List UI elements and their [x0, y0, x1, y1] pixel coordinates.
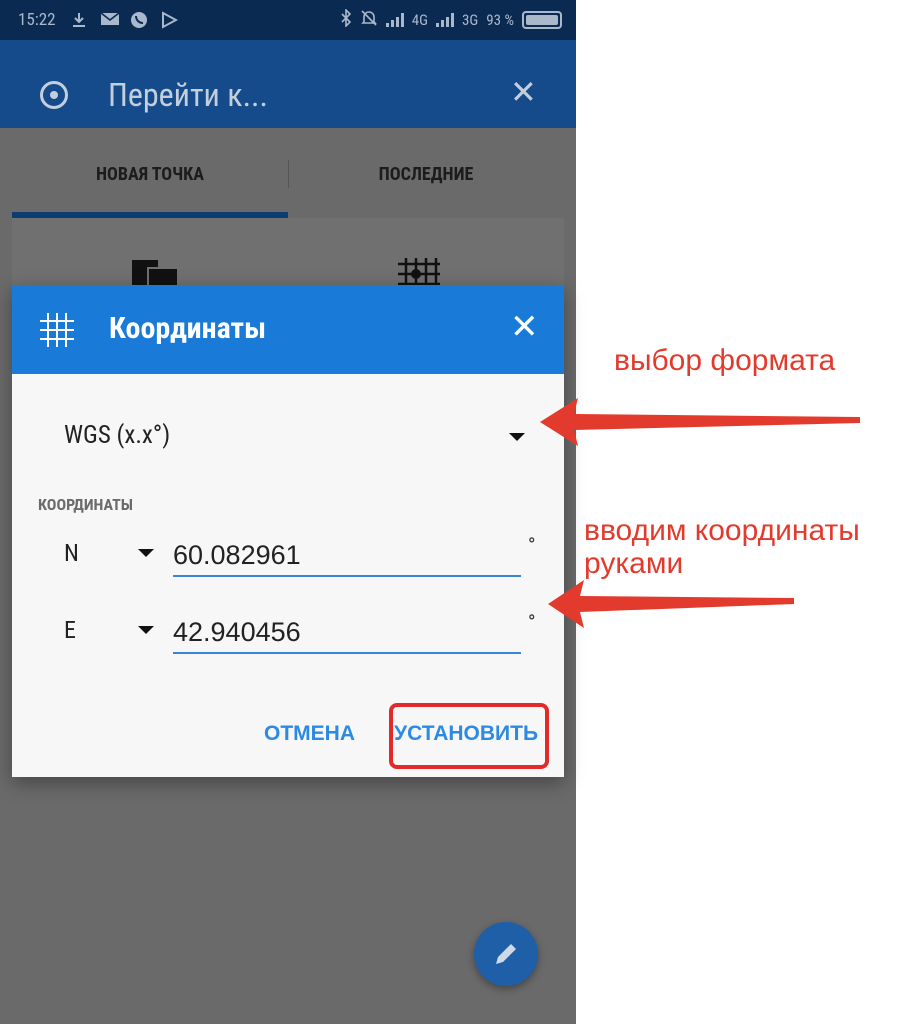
- download-icon: [70, 11, 90, 29]
- network-label-1: 4G: [411, 11, 428, 29]
- battery-percent: 93 %: [486, 11, 514, 29]
- format-value: WGS (x.x°): [64, 421, 171, 450]
- longitude-input[interactable]: [173, 612, 521, 654]
- signal-icon: [385, 13, 404, 27]
- mail-icon: [100, 11, 120, 29]
- app-bar: Перейти к... ✕: [0, 40, 576, 128]
- options-area: [12, 218, 564, 288]
- battery-icon: [522, 11, 562, 29]
- status-bar: 15:22 4G 3G 93 %: [0, 0, 576, 40]
- dropdown-arrow-icon[interactable]: [138, 549, 154, 557]
- signal-icon: [435, 13, 454, 27]
- format-select[interactable]: WGS (x.x°): [12, 405, 564, 465]
- latitude-row: N °: [12, 533, 564, 593]
- tab-bar: НОВАЯ ТОЧКА ПОСЛЕДНИЕ: [12, 130, 564, 218]
- annotation-manual-entry: вводим координаты руками: [584, 514, 860, 580]
- close-icon[interactable]: ✕: [510, 76, 537, 108]
- play-store-icon: [160, 11, 180, 29]
- annotation-format: выбор формата: [614, 344, 836, 377]
- pencil-icon: [496, 944, 516, 964]
- bluetooth-icon: [340, 8, 352, 31]
- longitude-unit: °: [528, 610, 536, 634]
- latitude-input[interactable]: [173, 535, 521, 577]
- edit-fab[interactable]: [474, 922, 538, 986]
- network-label-2: 3G: [461, 11, 479, 29]
- notification-icons: [70, 11, 180, 29]
- grid-icon: [40, 313, 74, 347]
- status-time: 15:22: [18, 10, 56, 30]
- close-icon[interactable]: ✕: [510, 307, 539, 347]
- longitude-row: E °: [12, 610, 564, 670]
- dialog-header: Координаты ✕: [12, 285, 564, 374]
- folders-icon[interactable]: [132, 260, 179, 289]
- latitude-unit: °: [528, 533, 536, 557]
- annotation-line: вводим координаты: [584, 514, 860, 547]
- tab-recent[interactable]: ПОСЛЕДНИЕ: [288, 130, 564, 218]
- bell-off-icon: [360, 9, 378, 31]
- section-label: КООРДИНАТЫ: [38, 495, 133, 514]
- target-icon: [40, 81, 68, 109]
- latitude-hemisphere[interactable]: N: [64, 539, 79, 567]
- page-title: Перейти к...: [108, 76, 268, 114]
- longitude-hemisphere[interactable]: E: [64, 616, 76, 644]
- cancel-button[interactable]: ОТМЕНА: [264, 722, 355, 746]
- status-right: 4G 3G 93 %: [340, 8, 562, 31]
- coordinates-grid-icon[interactable]: [398, 258, 440, 288]
- phone-icon: [130, 11, 150, 29]
- tab-new-point[interactable]: НОВАЯ ТОЧКА: [12, 130, 288, 218]
- dropdown-arrow-icon: [509, 433, 525, 441]
- set-button-highlight: [389, 703, 549, 769]
- annotation-arrow-coordinates: [548, 580, 794, 628]
- dialog-title: Координаты: [109, 311, 267, 346]
- annotation-arrow-format: [540, 398, 860, 446]
- dropdown-arrow-icon[interactable]: [138, 626, 154, 634]
